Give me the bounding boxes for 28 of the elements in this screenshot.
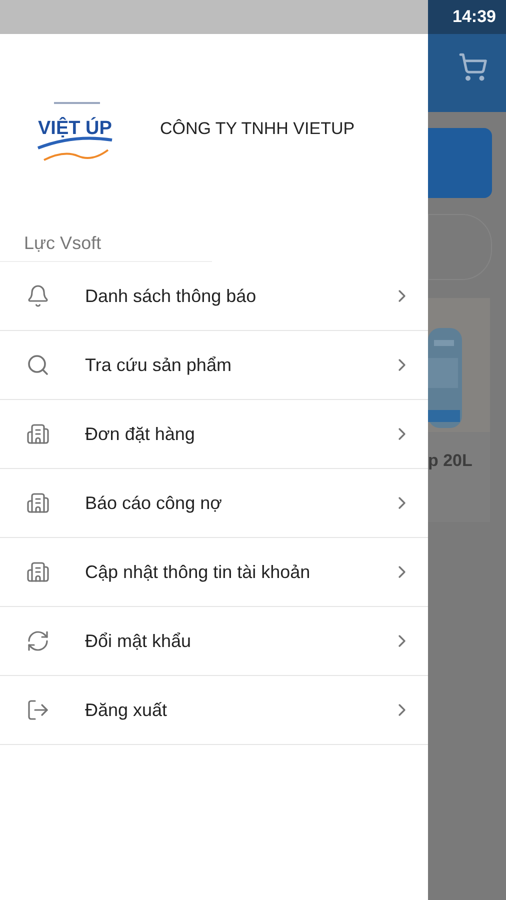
menu-item[interactable]: Đơn đặt hàng bbox=[0, 400, 428, 469]
menu-item[interactable]: Đăng xuất bbox=[0, 676, 428, 745]
company-logo: VIỆT ÚP bbox=[34, 84, 124, 174]
building-icon bbox=[26, 491, 50, 515]
company-name: CÔNG TY TNHH VIETUP bbox=[160, 118, 355, 140]
menu-label: Danh sách thông báo bbox=[85, 284, 258, 308]
menu-label: Đăng xuất bbox=[85, 698, 168, 722]
menu-label: Tra cứu sản phẩm bbox=[85, 354, 232, 377]
sync-icon bbox=[26, 629, 50, 653]
menu-label: Đổi mật khẩu bbox=[85, 630, 192, 652]
logout-icon bbox=[26, 698, 50, 722]
search-pill bbox=[428, 214, 492, 280]
building-icon bbox=[26, 422, 50, 446]
menu-item[interactable]: Báo cáo công nợ bbox=[0, 469, 428, 538]
menu-item[interactable]: Cập nhật thông tin tài khoản bbox=[0, 538, 428, 607]
cart-icon[interactable] bbox=[458, 52, 488, 82]
menu-label: Báo cáo công nợ bbox=[85, 492, 223, 515]
search-icon bbox=[26, 353, 50, 377]
menu-item[interactable]: Danh sách thông báo bbox=[0, 262, 428, 331]
menu-label: Đơn đặt hàng bbox=[85, 422, 196, 446]
product-name: p 20L bbox=[428, 450, 474, 472]
banner-card bbox=[428, 128, 492, 198]
bell-icon bbox=[26, 284, 50, 308]
user-name: Lực Vsoft bbox=[23, 232, 102, 255]
status-time: 14:39 bbox=[452, 6, 496, 28]
menu-label: Cập nhật thông tin tài khoản bbox=[85, 560, 312, 584]
building-icon bbox=[26, 560, 50, 584]
menu-item[interactable]: Đổi mật khẩu bbox=[0, 607, 428, 676]
